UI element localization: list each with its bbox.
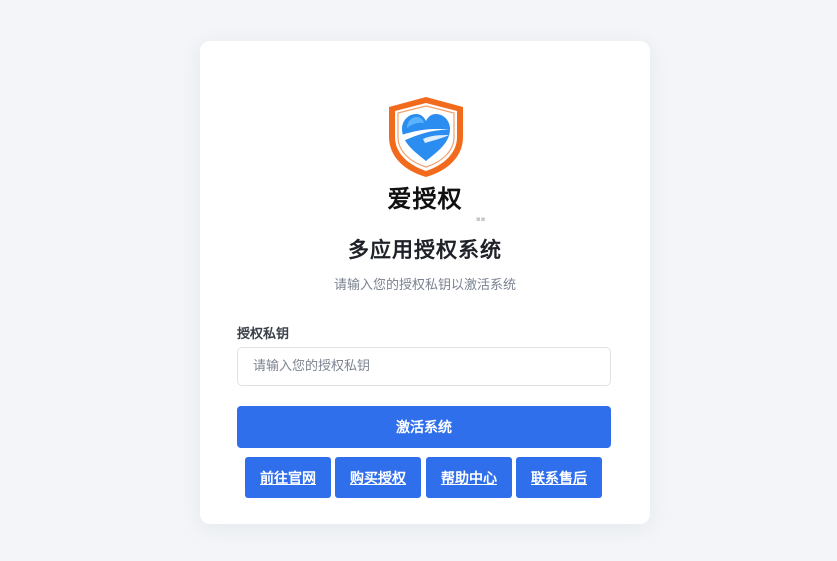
activate-button[interactable]: 激活系统 (237, 406, 611, 448)
buy-license-link[interactable]: 购买授权 (335, 457, 421, 498)
heart-shield-icon (389, 97, 463, 177)
after-sales-link[interactable]: 联系售后 (516, 457, 602, 498)
login-card: 爱授权 ▪▪ 多应用授权系统 请输入您的授权私钥以激活系统 授权私钥 激活系统 … (200, 41, 650, 524)
brand-logo: 爱授权 ▪▪ (354, 79, 496, 223)
license-key-input[interactable] (237, 347, 611, 386)
key-field-label: 授权私钥 (237, 327, 290, 342)
page-subtitle: 请输入您的授权私钥以激活系统 (333, 278, 516, 293)
page-title: 多应用授权系统 (348, 238, 502, 262)
brand-name: 爱授权 (387, 185, 463, 213)
help-center-link[interactable]: 帮助中心 (426, 457, 512, 498)
official-site-link[interactable]: 前往官网 (245, 457, 331, 498)
logo-decoration: ▪▪ (476, 215, 486, 223)
